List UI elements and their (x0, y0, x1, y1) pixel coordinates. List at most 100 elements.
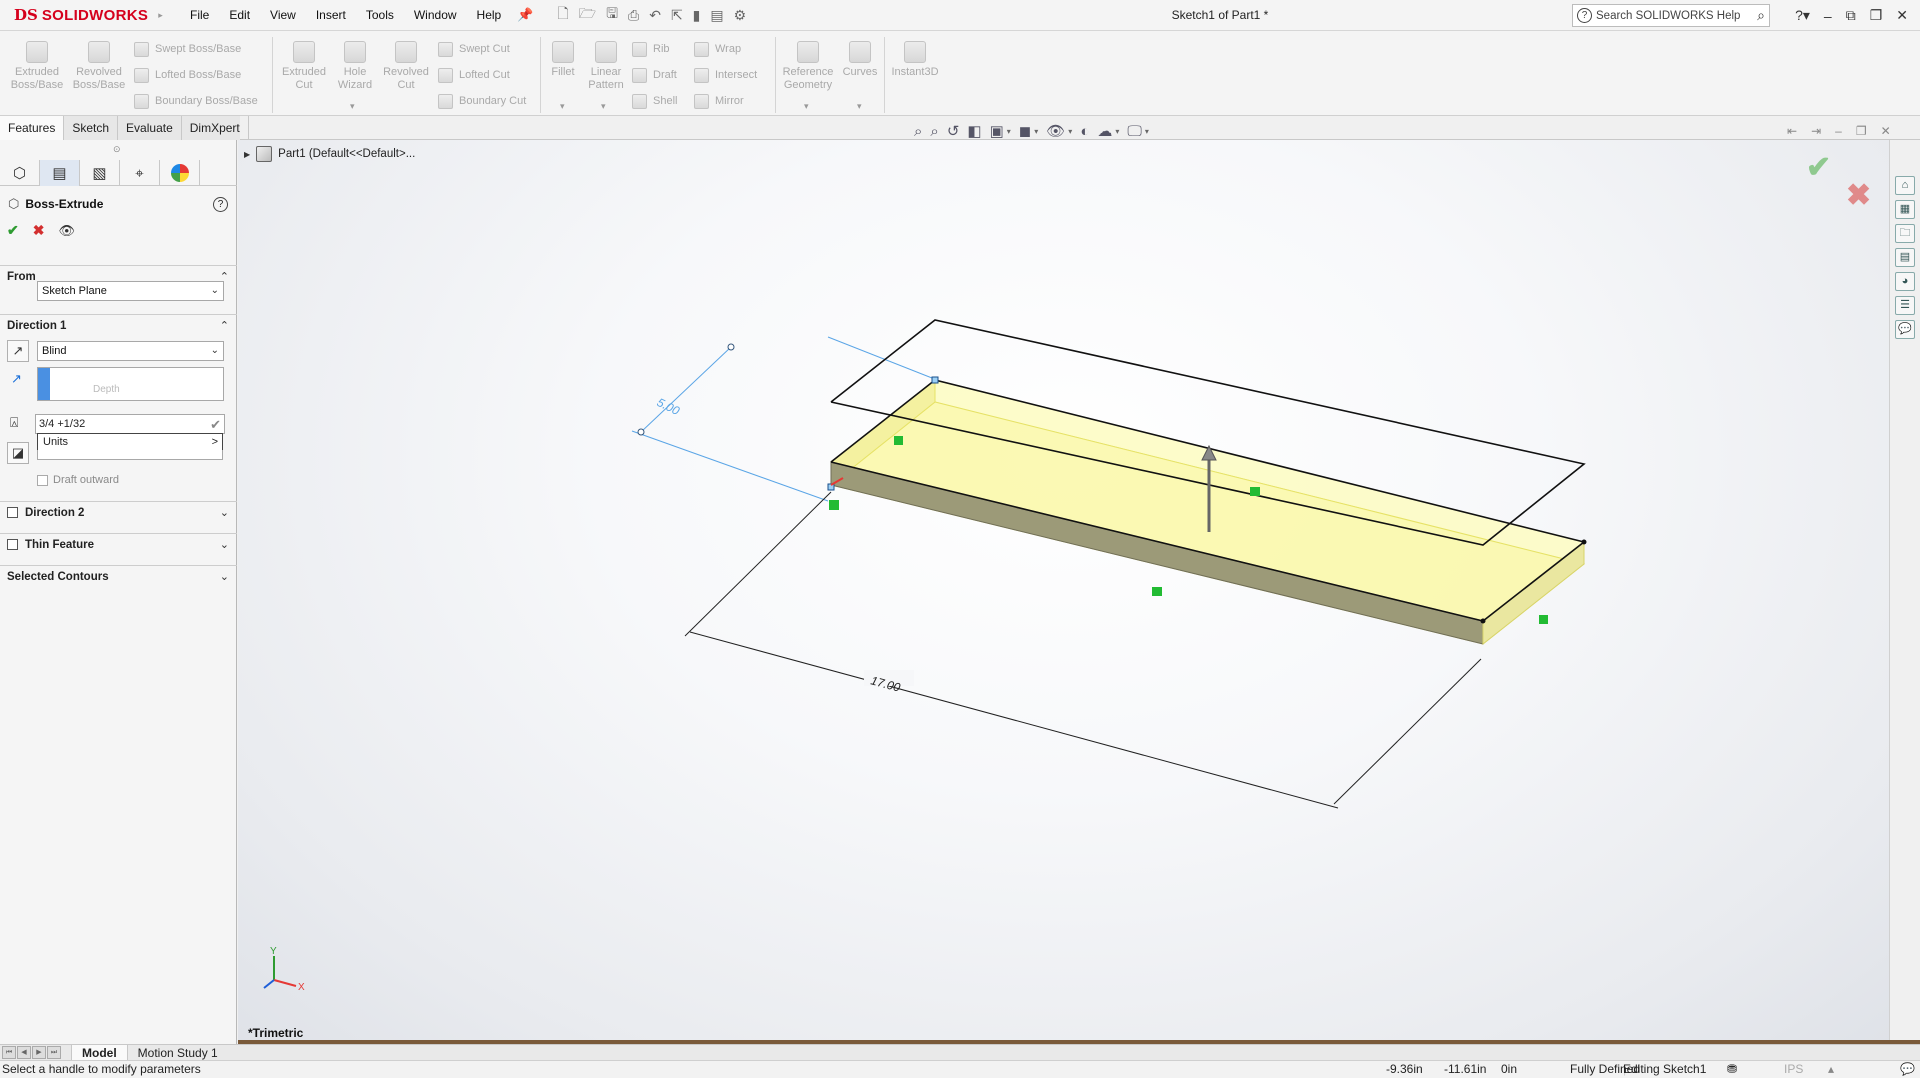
fillet-dropdown-icon[interactable]: ▾ (560, 101, 565, 112)
draft-angle-field[interactable] (37, 450, 223, 460)
pattern-dropdown-icon[interactable]: ▾ (601, 101, 606, 112)
view-orientation-icon[interactable]: ▣ (990, 122, 1004, 140)
feedback-icon[interactable]: 💬 (1900, 1062, 1915, 1076)
design-library-icon[interactable]: ▦ (1895, 200, 1915, 219)
viewport-restore-icon[interactable]: ❐ (1856, 124, 1867, 138)
swept-boss-button[interactable]: Swept Boss/Base (134, 41, 241, 57)
forum-icon[interactable]: 💬 (1895, 320, 1915, 339)
edit-appearance-icon[interactable]: ◐ (1080, 123, 1089, 140)
display-style-icon[interactable]: ◼ (1019, 122, 1031, 140)
group-thin-feature[interactable]: Thin Feature ⌄ (0, 533, 237, 555)
view-settings-icon[interactable]: 🖵 (1127, 123, 1141, 140)
previous-view-icon[interactable]: ↺ (947, 122, 960, 140)
mirror-button[interactable]: Mirror (694, 93, 744, 109)
lofted-cut-button[interactable]: Lofted Cut (438, 67, 510, 83)
hole-wizard-button[interactable]: Hole Wizard (332, 41, 378, 92)
fillet-button[interactable]: Fillet (546, 41, 580, 79)
confirmation-ok-icon[interactable]: ✔ (1806, 150, 1831, 185)
depth-input[interactable]: 3/4 +1/32 ✔ (35, 414, 225, 434)
coincident-relation-icon[interactable] (829, 500, 839, 510)
rebuild-status-icon[interactable]: ⛃ (1727, 1062, 1737, 1076)
new-document-icon[interactable]: 🗋 (557, 3, 568, 27)
appearances-icon[interactable]: ◕ (1895, 272, 1915, 291)
pin-menu-icon[interactable]: 📌 (511, 7, 539, 23)
minimize-icon[interactable]: – (1824, 8, 1832, 24)
solidworks-resources-icon[interactable]: ⌂ (1895, 176, 1915, 195)
from-select[interactable]: Sketch Plane ⌄ (37, 281, 224, 301)
intersect-button[interactable]: Intersect (694, 67, 757, 83)
menu-tools[interactable]: Tools (356, 0, 404, 31)
dim-handle[interactable] (727, 343, 735, 351)
group-direction-2[interactable]: Direction 2 ⌄ (0, 501, 237, 523)
tab-model[interactable]: Model (71, 1044, 128, 1061)
menu-window[interactable]: Window (404, 0, 467, 31)
rib-button[interactable]: Rib (632, 41, 670, 57)
rebuild-icon[interactable]: ▮ (693, 7, 701, 24)
units-menu-item[interactable]: Units (43, 436, 68, 448)
chevron-down-icon[interactable]: ⌄ (220, 506, 229, 519)
draft-on-off-icon[interactable]: ◪ (7, 442, 29, 464)
viewport-close-icon[interactable]: ✕ (1881, 124, 1891, 138)
checkbox-icon[interactable] (37, 474, 48, 486)
menu-insert[interactable]: Insert (306, 0, 356, 31)
property-manager-tab-icon[interactable]: ▤ (40, 160, 80, 186)
menu-edit[interactable]: Edit (219, 0, 260, 31)
draft-outward-checkbox[interactable]: Draft outward (37, 474, 119, 486)
dropdown-icon[interactable]: ▾ (1115, 127, 1119, 136)
reference-dropdown-icon[interactable]: ▾ (804, 101, 809, 112)
ok-button[interactable]: ✔ (7, 222, 19, 239)
group-direction-1[interactable]: Direction 1 ⌃ (0, 314, 237, 336)
panel-grip-icon[interactable]: ⊙ (113, 144, 121, 155)
unit-system-selector[interactable]: IPS (1784, 1062, 1803, 1076)
help-search-box[interactable]: ? Search SOLIDWORKS Help ⌕ (1572, 4, 1770, 27)
hole-wizard-dropdown-icon[interactable]: ▾ (350, 101, 355, 112)
solidworks-logo[interactable]: DS SOLIDWORKS ▸ (0, 0, 180, 31)
accept-value-icon[interactable]: ✔ (210, 416, 221, 434)
feature-tree-flyout[interactable]: ▶ Part1 (Default<<Default>... (244, 146, 415, 162)
chevron-down-icon[interactable]: ⌄ (220, 538, 229, 551)
first-tab-icon[interactable]: ⏮ (2, 1046, 16, 1059)
dropdown-icon[interactable]: ▾ (1145, 127, 1149, 136)
dropdown-icon[interactable]: ▾ (1034, 127, 1038, 136)
extruded-cut-button[interactable]: Extruded Cut (278, 41, 330, 92)
shell-button[interactable]: Shell (632, 93, 677, 109)
expand-arrow-icon[interactable]: ▶ (244, 150, 250, 159)
extruded-boss-button[interactable]: Extruded Boss/Base (8, 41, 66, 92)
draft-button[interactable]: Draft (632, 67, 677, 83)
menu-file[interactable]: File (180, 0, 219, 31)
print-icon[interactable]: ⎙ (628, 7, 639, 24)
end-condition-select[interactable]: Blind ⌄ (37, 341, 224, 361)
search-input[interactable]: Search SOLIDWORKS Help (1596, 10, 1740, 22)
hide-show-icon[interactable]: 👁 (1046, 122, 1065, 140)
reference-geometry-button[interactable]: Reference Geometry (780, 41, 836, 92)
zoom-to-fit-icon[interactable]: ⌕ (914, 123, 922, 140)
chevron-down-icon[interactable]: ⌄ (220, 570, 229, 583)
model-canvas[interactable]: 5.00 17.00 Y X (238, 140, 1890, 1044)
custom-properties-icon[interactable]: ☰ (1895, 296, 1915, 315)
revolved-boss-button[interactable]: Revolved Boss/Base (70, 41, 128, 92)
menu-view[interactable]: View (260, 0, 306, 31)
curves-dropdown-icon[interactable]: ▾ (857, 101, 862, 112)
boundary-boss-button[interactable]: Boundary Boss/Base (134, 93, 258, 109)
last-tab-icon[interactable]: ⏭ (47, 1046, 61, 1059)
view-palette-icon[interactable]: ▤ (1895, 248, 1915, 267)
swept-cut-button[interactable]: Swept Cut (438, 41, 510, 57)
dropdown-icon[interactable]: ▾ (1068, 127, 1072, 136)
linear-pattern-button[interactable]: Linear Pattern (584, 41, 628, 92)
reverse-direction-icon[interactable]: ↗ (7, 340, 29, 362)
horizontal-relation-icon[interactable] (1250, 487, 1260, 496)
wrap-button[interactable]: Wrap (694, 41, 741, 57)
dropdown-icon[interactable]: ▾ (1007, 127, 1011, 136)
undo-icon[interactable]: ↶ (649, 7, 661, 24)
tree-root-label[interactable]: Part1 (Default<<Default>... (278, 148, 415, 160)
save-icon[interactable]: 🖫 (606, 3, 618, 27)
tab-sketch[interactable]: Sketch (64, 116, 119, 140)
vertical-relation-icon[interactable] (1539, 615, 1548, 624)
collapse-left-icon[interactable]: ⇤ (1787, 124, 1797, 138)
lofted-boss-button[interactable]: Lofted Boss/Base (134, 67, 241, 83)
tab-motion-study-1[interactable]: Motion Study 1 (128, 1045, 228, 1061)
vertical-relation-icon[interactable] (894, 436, 903, 445)
units-dropdown-icon[interactable]: ▴ (1828, 1062, 1834, 1076)
search-icon[interactable]: ⌕ (1757, 7, 1765, 24)
prev-tab-icon[interactable]: ◀ (17, 1046, 31, 1059)
